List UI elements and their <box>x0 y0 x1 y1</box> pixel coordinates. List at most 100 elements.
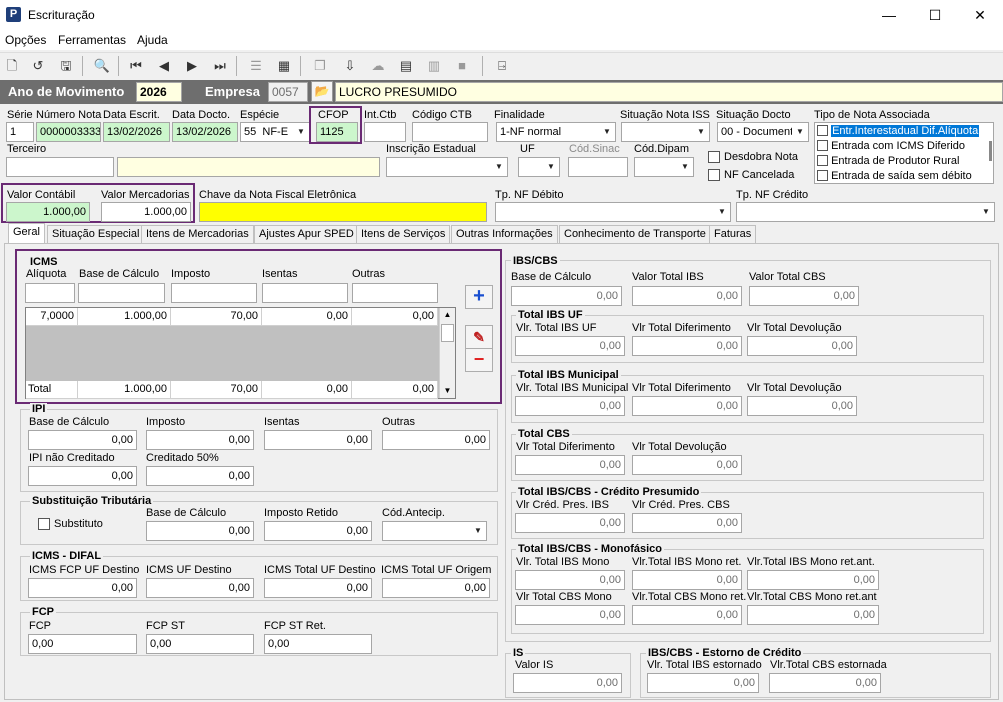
nf-cancelada-checkbox[interactable] <box>708 169 720 181</box>
chevron-down-icon[interactable]: ▼ <box>599 123 615 141</box>
exit-door-icon[interactable]: ⍈ <box>492 56 512 76</box>
fcp-st-ret-input[interactable]: 0,00 <box>264 634 372 654</box>
ibs-uf-b-input[interactable]: 0,00 <box>632 336 742 356</box>
cbs-a-input[interactable]: 0,00 <box>515 455 625 475</box>
menu-ferramentas[interactable]: Ferramentas <box>58 33 126 47</box>
close-button[interactable]: ✕ <box>957 0 1003 30</box>
first-record-icon[interactable]: ⏮ <box>126 56 146 76</box>
menu-ajuda[interactable]: Ajuda <box>137 33 168 47</box>
mono-f-input[interactable]: 0,00 <box>747 605 879 625</box>
previous-record-icon[interactable]: ◀ <box>154 56 174 76</box>
data-docto-input[interactable]: 13/02/2026 <box>172 122 238 142</box>
ibs-mun-a-input[interactable]: 0,00 <box>515 396 625 416</box>
tp-nf-debito-select[interactable]: ▼ <box>495 202 731 222</box>
icms-row-base[interactable]: 1.000,00 <box>78 308 171 326</box>
cfop-book-icon[interactable]: ▤ <box>396 56 416 76</box>
substituto-checkbox[interactable] <box>38 518 50 530</box>
table-icon[interactable]: ■ <box>452 56 472 76</box>
st-base-input[interactable]: 0,00 <box>146 521 254 541</box>
ipi-nao-creditado-input[interactable]: 0,00 <box>28 466 137 486</box>
chevron-down-icon[interactable]: ▼ <box>693 123 709 141</box>
chevron-down-icon[interactable]: ▼ <box>792 123 808 141</box>
remove-icms-button[interactable]: − <box>465 348 493 372</box>
data-escrit-input[interactable]: 13/02/2026 <box>103 122 170 142</box>
cred-pres-a-input[interactable]: 0,00 <box>515 513 625 533</box>
ipi-isentas-input[interactable]: 0,00 <box>264 430 372 450</box>
chevron-down-icon[interactable]: ▼ <box>293 123 309 141</box>
list-item[interactable]: Entrada com ICMS Diferido <box>817 139 965 154</box>
tab-itens-servicos[interactable]: Itens de Serviços <box>356 225 451 244</box>
ipi-imposto-input[interactable]: 0,00 <box>146 430 254 450</box>
valor-is-input[interactable]: 0,00 <box>513 673 622 693</box>
list-item[interactable]: Entrada de saída sem débito <box>817 169 972 184</box>
cloud-icon[interactable]: ☁ <box>368 56 388 76</box>
icms-row-aliquota[interactable]: 7,0000 <box>26 308 78 326</box>
icms-grid-scrollbar[interactable]: ▲ ▼ <box>439 308 455 398</box>
difal-total-destino-input[interactable]: 0,00 <box>264 578 372 598</box>
uf-select[interactable]: ▼ <box>518 157 560 177</box>
ibscbs-total-ibs-input[interactable]: 0,00 <box>632 286 742 306</box>
desdobra-nota-checkbox[interactable] <box>708 151 720 163</box>
chevron-down-icon[interactable]: ▼ <box>470 522 486 540</box>
add-icms-button[interactable]: + <box>465 285 493 309</box>
ibs-mun-c-input[interactable]: 0,00 <box>747 396 857 416</box>
ipi-base-input[interactable]: 0,00 <box>28 430 137 450</box>
st-cod-antecip-select[interactable]: ▼ <box>382 521 487 541</box>
empresa-code-input[interactable]: 0057 <box>268 82 308 102</box>
chevron-down-icon[interactable]: ▼ <box>543 158 559 176</box>
tab-ajustes-apur-sped[interactable]: Ajustes Apur SPED <box>254 225 359 244</box>
icms-outras-input[interactable] <box>352 283 438 303</box>
tab-faturas[interactable]: Faturas <box>709 225 757 244</box>
ibs-uf-c-input[interactable]: 0,00 <box>747 336 857 356</box>
chevron-down-icon[interactable]: ▼ <box>714 203 730 221</box>
ipi-outras-input[interactable]: 0,00 <box>382 430 490 450</box>
maximize-button[interactable]: ☐ <box>912 0 958 30</box>
situacao-iss-select[interactable]: ▼ <box>621 122 710 142</box>
empresa-name-input[interactable]: LUCRO PRESUMIDO <box>335 82 1003 102</box>
tab-itens-mercadorias[interactable]: Itens de Mercadorias <box>141 225 254 244</box>
numero-nota-input[interactable]: 0000003333 <box>36 122 101 142</box>
icms-row-outras[interactable]: 0,00 <box>352 308 438 326</box>
terceiro-name-input[interactable] <box>117 157 380 177</box>
mono-a-input[interactable]: 0,00 <box>515 570 625 590</box>
undo-icon[interactable]: ↺ <box>28 56 48 76</box>
export-icon[interactable]: ▥ <box>424 56 444 76</box>
tab-conhecimento-transporte[interactable]: Conhecimento de Transporte <box>559 225 711 244</box>
minimize-button[interactable]: — <box>866 0 912 30</box>
icms-imposto-input[interactable] <box>171 283 257 303</box>
serie-input[interactable]: 1 <box>6 122 34 142</box>
list-item[interactable]: Entrada de Produtor Rural <box>817 154 959 169</box>
valor-mercadorias-input[interactable]: 1.000,00 <box>101 202 191 222</box>
chevron-up-icon[interactable]: ▲ <box>440 308 455 322</box>
menu-opcoes[interactable]: Opções <box>5 33 46 47</box>
difal-total-origem-input[interactable]: 0,00 <box>382 578 490 598</box>
mono-c-input[interactable]: 0,00 <box>747 570 879 590</box>
tab-situacao-especial[interactable]: Situação Especial <box>47 225 145 244</box>
print-preview-icon[interactable]: 🔍 <box>92 56 112 76</box>
chevron-down-icon[interactable]: ▼ <box>978 203 994 221</box>
icms-row-imposto[interactable]: 70,00 <box>171 308 262 326</box>
estorno-b-input[interactable]: 0,00 <box>769 673 881 693</box>
int-ctb-input[interactable] <box>364 122 406 142</box>
chevron-down-icon[interactable]: ▼ <box>491 158 507 176</box>
download-icon[interactable]: ⇩ <box>340 56 360 76</box>
list-scrollbar[interactable] <box>989 141 992 161</box>
edit-pencil-icon[interactable]: ✎ <box>465 325 493 349</box>
cred-pres-b-input[interactable]: 0,00 <box>632 513 742 533</box>
cod-dipam-select[interactable]: ▼ <box>634 157 694 177</box>
codigo-ctb-input[interactable] <box>412 122 488 142</box>
difal-fcp-input[interactable]: 0,00 <box>28 578 137 598</box>
tp-nf-credito-select[interactable]: ▼ <box>736 202 995 222</box>
difal-uf-destino-input[interactable]: 0,00 <box>146 578 254 598</box>
cbs-b-input[interactable]: 0,00 <box>632 455 742 475</box>
st-imposto-retido-input[interactable]: 0,00 <box>264 521 372 541</box>
mono-b-input[interactable]: 0,00 <box>632 570 742 590</box>
open-folder-icon[interactable]: 📂 <box>311 81 333 102</box>
estorno-a-input[interactable]: 0,00 <box>647 673 759 693</box>
icms-row-isentas[interactable]: 0,00 <box>262 308 352 326</box>
ipi-creditado-50-input[interactable]: 0,00 <box>146 466 254 486</box>
chevron-down-icon[interactable]: ▼ <box>677 158 693 176</box>
scroll-thumb[interactable] <box>441 324 454 342</box>
tab-outras-informacoes[interactable]: Outras Informações <box>451 225 558 244</box>
ibscbs-total-cbs-input[interactable]: 0,00 <box>749 286 859 306</box>
